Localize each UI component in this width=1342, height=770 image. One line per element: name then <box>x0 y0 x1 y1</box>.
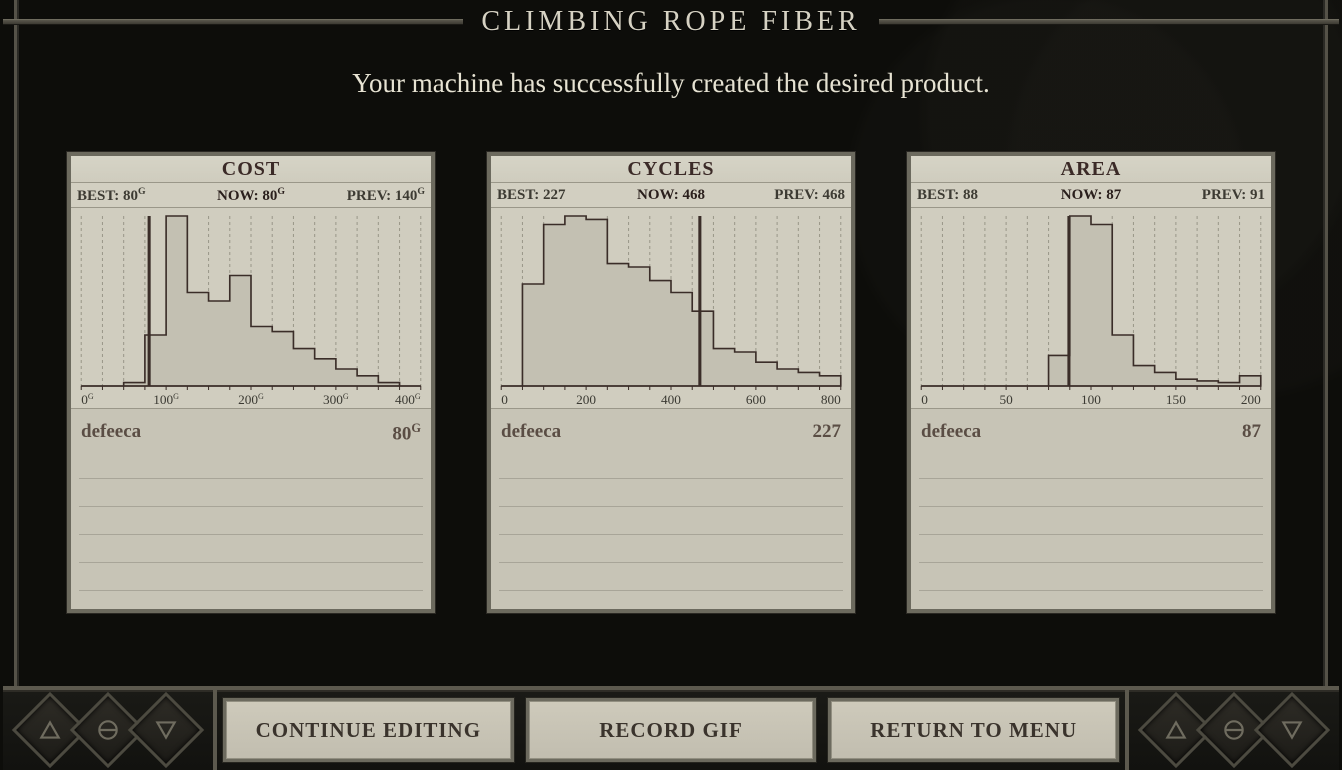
svg-text:800: 800 <box>821 392 841 407</box>
metrics-row: COST BEST: 80G NOW: 80G PREV: 140G 0G 100… <box>67 152 1275 613</box>
area-histogram: 0 50 100 150 200 <box>911 208 1271 409</box>
cycles-title: CYCLES <box>491 156 851 183</box>
leaderboard-name: defeeca <box>501 421 561 443</box>
leaderboard-name: defeeca <box>921 421 981 443</box>
area-best: BEST: 88 <box>917 187 1033 204</box>
leaderboard-lines <box>919 451 1263 603</box>
leaderboard-row: defeeca 227 <box>501 421 841 443</box>
cost-stats: BEST: 80G NOW: 80G PREV: 140G <box>71 183 431 208</box>
area-panel: AREA BEST: 88 NOW: 87 PREV: 91 0 50 100 150… <box>907 152 1275 613</box>
cost-best: BEST: 80G <box>77 186 193 205</box>
svg-text:100: 100 <box>1081 392 1101 407</box>
cycles-now: NOW: 468 <box>613 187 729 204</box>
puzzle-title: CLIMBING ROPE FIBER <box>463 6 878 38</box>
svg-text:100G: 100G <box>153 392 179 407</box>
svg-text:50: 50 <box>999 392 1013 407</box>
cycles-prev: PREV: 468 <box>729 187 845 204</box>
svg-text:200G: 200G <box>238 392 264 407</box>
decor-left <box>3 690 213 770</box>
cycles-histogram: 0 200 400 600 800 <box>491 208 851 409</box>
triangle-down-icon <box>133 697 199 763</box>
area-leaderboard: defeeca 87 <box>911 409 1271 609</box>
svg-text:600: 600 <box>746 392 766 407</box>
svg-text:150: 150 <box>1166 392 1186 407</box>
cycles-leaderboard: defeeca 227 <box>491 409 851 609</box>
leaderboard-lines <box>79 451 423 603</box>
svg-text:400G: 400G <box>395 392 421 407</box>
bottom-bar: CONTINUE EDITING RECORD GIF RETURN TO ME… <box>3 686 1339 770</box>
cycles-best: BEST: 227 <box>497 187 613 204</box>
area-stats: BEST: 88 NOW: 87 PREV: 91 <box>911 183 1271 208</box>
leaderboard-name: defeeca <box>81 421 141 445</box>
svg-text:300G: 300G <box>323 392 349 407</box>
leaderboard-value: 87 <box>1242 421 1261 443</box>
cost-title: COST <box>71 156 431 183</box>
cost-leaderboard: defeeca 80G <box>71 409 431 609</box>
svg-text:400: 400 <box>661 392 681 407</box>
cost-now: NOW: 80G <box>193 186 309 205</box>
button-row: CONTINUE EDITING RECORD GIF RETURN TO ME… <box>213 690 1129 770</box>
title-rule-right <box>879 19 1339 25</box>
svg-text:0: 0 <box>501 392 508 407</box>
leaderboard-lines <box>499 451 843 603</box>
svg-text:0G: 0G <box>81 392 94 407</box>
results-dialog: CLIMBING ROPE FIBER Your machine has suc… <box>14 0 1328 770</box>
record-gif-button[interactable]: RECORD GIF <box>526 698 817 762</box>
area-prev: PREV: 91 <box>1149 187 1265 204</box>
triangle-down-icon <box>1259 697 1325 763</box>
return-to-menu-button[interactable]: RETURN TO MENU <box>828 698 1119 762</box>
title-rule-left <box>3 19 463 25</box>
area-now: NOW: 87 <box>1033 187 1149 204</box>
cost-prev: PREV: 140G <box>309 186 425 205</box>
leaderboard-value: 227 <box>813 421 842 443</box>
cost-panel: COST BEST: 80G NOW: 80G PREV: 140G 0G 100… <box>67 152 435 613</box>
area-title: AREA <box>911 156 1271 183</box>
leaderboard-value: 80G <box>392 421 421 445</box>
title-bar: CLIMBING ROPE FIBER <box>3 0 1339 44</box>
svg-text:200: 200 <box>1241 392 1261 407</box>
leaderboard-row: defeeca 87 <box>921 421 1261 443</box>
leaderboard-row: defeeca 80G <box>81 421 421 445</box>
decor-right <box>1129 690 1339 770</box>
cycles-stats: BEST: 227 NOW: 468 PREV: 468 <box>491 183 851 208</box>
svg-text:0: 0 <box>921 392 928 407</box>
svg-text:200: 200 <box>576 392 596 407</box>
continue-editing-button[interactable]: CONTINUE EDITING <box>223 698 514 762</box>
success-message: Your machine has successfully created th… <box>17 68 1325 99</box>
cost-histogram: 0G 100G 200G 300G 400G <box>71 208 431 409</box>
cycles-panel: CYCLES BEST: 227 NOW: 468 PREV: 468 0 200… <box>487 152 855 613</box>
